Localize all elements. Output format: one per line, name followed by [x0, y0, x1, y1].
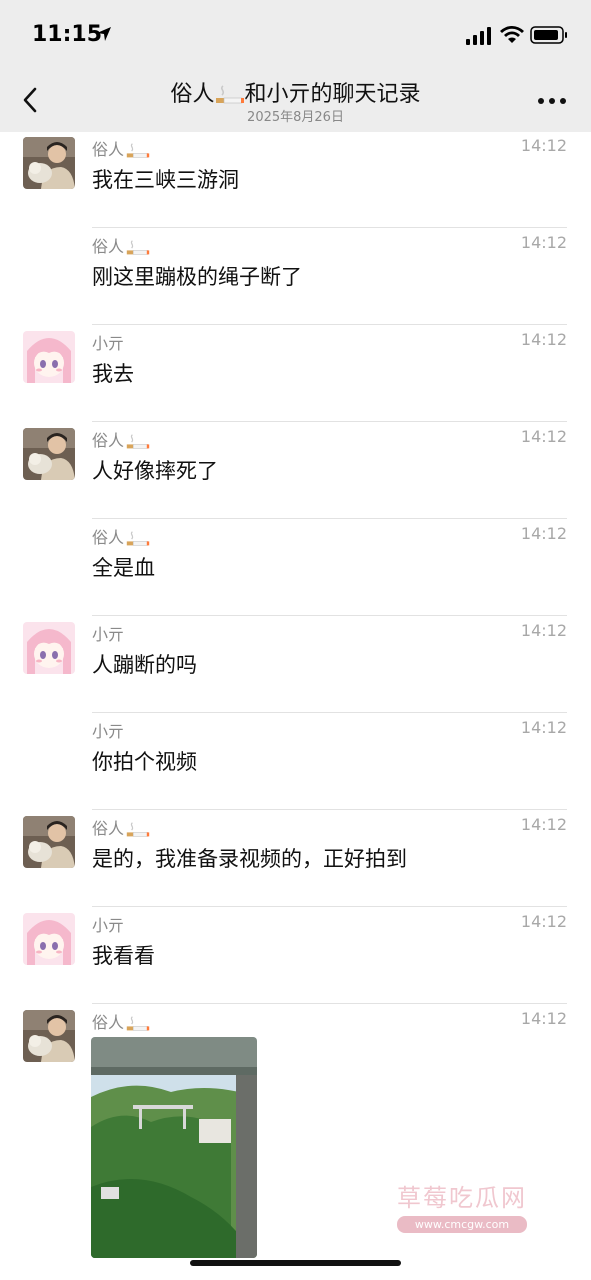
- cigarette-emoji-icon: [126, 821, 150, 837]
- message-time: 14:12: [520, 233, 567, 252]
- avatar[interactable]: [23, 331, 75, 383]
- status-bar: 11:15: [0, 0, 591, 70]
- message-text[interactable]: 我看看: [92, 940, 155, 970]
- cigarette-emoji-icon: [126, 239, 150, 255]
- avatar[interactable]: [23, 428, 75, 480]
- avatar[interactable]: [23, 622, 75, 674]
- avatar[interactable]: [23, 913, 75, 965]
- message-item[interactable]: 俗人 14:12 刚这里蹦极的绳子断了: [0, 228, 591, 325]
- sender-name: 俗人: [92, 1009, 150, 1033]
- message-time: 14:12: [520, 621, 567, 640]
- title-suffix: 和小亓的聊天记录: [244, 82, 421, 107]
- home-indicator[interactable]: [190, 1260, 401, 1266]
- message-item[interactable]: 小亓 14:12 我看看: [0, 907, 591, 1004]
- sender-name: 俗人: [92, 233, 150, 257]
- message-photo[interactable]: [91, 1037, 257, 1258]
- cigarette-emoji-icon: [126, 1015, 150, 1031]
- message-item[interactable]: 俗人 14:12 全是血: [0, 519, 591, 616]
- message-text[interactable]: 人蹦断的吗: [92, 649, 197, 679]
- watermark: 草莓吃瓜网 www.cmcgw.com: [372, 1178, 552, 1240]
- cigarette-emoji-icon: [126, 530, 150, 546]
- location-arrow-icon: [97, 27, 111, 41]
- message-text[interactable]: 是的，我准备录视频的，正好拍到: [92, 843, 407, 873]
- message-time: 14:12: [520, 330, 567, 349]
- signal-icon: [466, 27, 491, 45]
- message-time: 14:12: [520, 136, 567, 155]
- sender-name: 小亓: [92, 722, 125, 741]
- sender-name: 俗人: [92, 524, 150, 548]
- message-time: 14:12: [520, 912, 567, 931]
- page-subtitle-date: 2025年8月26日: [247, 110, 344, 125]
- message-text[interactable]: 刚这里蹦极的绳子断了: [92, 261, 302, 291]
- sender-name: 小亓: [92, 625, 125, 644]
- avatar[interactable]: [23, 1010, 75, 1062]
- message-item[interactable]: 俗人 14:12 是的，我准备录视频的，正好拍到: [0, 810, 591, 907]
- more-icon[interactable]: [537, 97, 567, 105]
- message-time: 14:12: [520, 1009, 567, 1028]
- message-item[interactable]: 小亓 14:12 我去: [0, 325, 591, 422]
- status-time: 11:15: [32, 22, 103, 47]
- wifi-icon: [500, 26, 524, 43]
- cigarette-emoji-icon: [215, 85, 244, 104]
- page-title: 俗人 和小亓的聊天记录: [0, 76, 591, 108]
- sender-name: 小亓: [92, 916, 125, 935]
- message-time: 14:12: [520, 427, 567, 446]
- sender-name: 俗人: [92, 815, 150, 839]
- message-time: 14:12: [520, 815, 567, 834]
- title-contact: 俗人: [170, 82, 215, 107]
- message-text[interactable]: 全是血: [92, 552, 155, 582]
- sender-name: 俗人: [92, 427, 150, 451]
- avatar[interactable]: [23, 137, 75, 189]
- avatar[interactable]: [23, 816, 75, 868]
- watermark-url: www.cmcgw.com: [397, 1216, 527, 1233]
- nav-bar: 俗人 和小亓的聊天记录 2025年8月26日: [0, 70, 591, 132]
- message-item[interactable]: 小亓 14:12 你拍个视频: [0, 713, 591, 810]
- sender-name: 小亓: [92, 334, 125, 353]
- message-time: 14:12: [520, 718, 567, 737]
- watermark-text: 草莓吃瓜网: [397, 1184, 527, 1212]
- cigarette-emoji-icon: [126, 433, 150, 449]
- message-item[interactable]: 俗人 14:12 人好像摔死了: [0, 422, 591, 519]
- cigarette-emoji-icon: [126, 142, 150, 158]
- battery-icon: [530, 26, 567, 44]
- message-item[interactable]: 俗人 14:12 我在三峡三游洞: [0, 131, 591, 228]
- message-text[interactable]: 我在三峡三游洞: [92, 164, 239, 194]
- message-time: 14:12: [520, 524, 567, 543]
- message-text[interactable]: 你拍个视频: [92, 746, 197, 776]
- sender-name: 俗人: [92, 136, 150, 160]
- message-text[interactable]: 我去: [92, 358, 134, 388]
- message-item[interactable]: 小亓 14:12 人蹦断的吗: [0, 616, 591, 713]
- message-text[interactable]: 人好像摔死了: [92, 455, 218, 485]
